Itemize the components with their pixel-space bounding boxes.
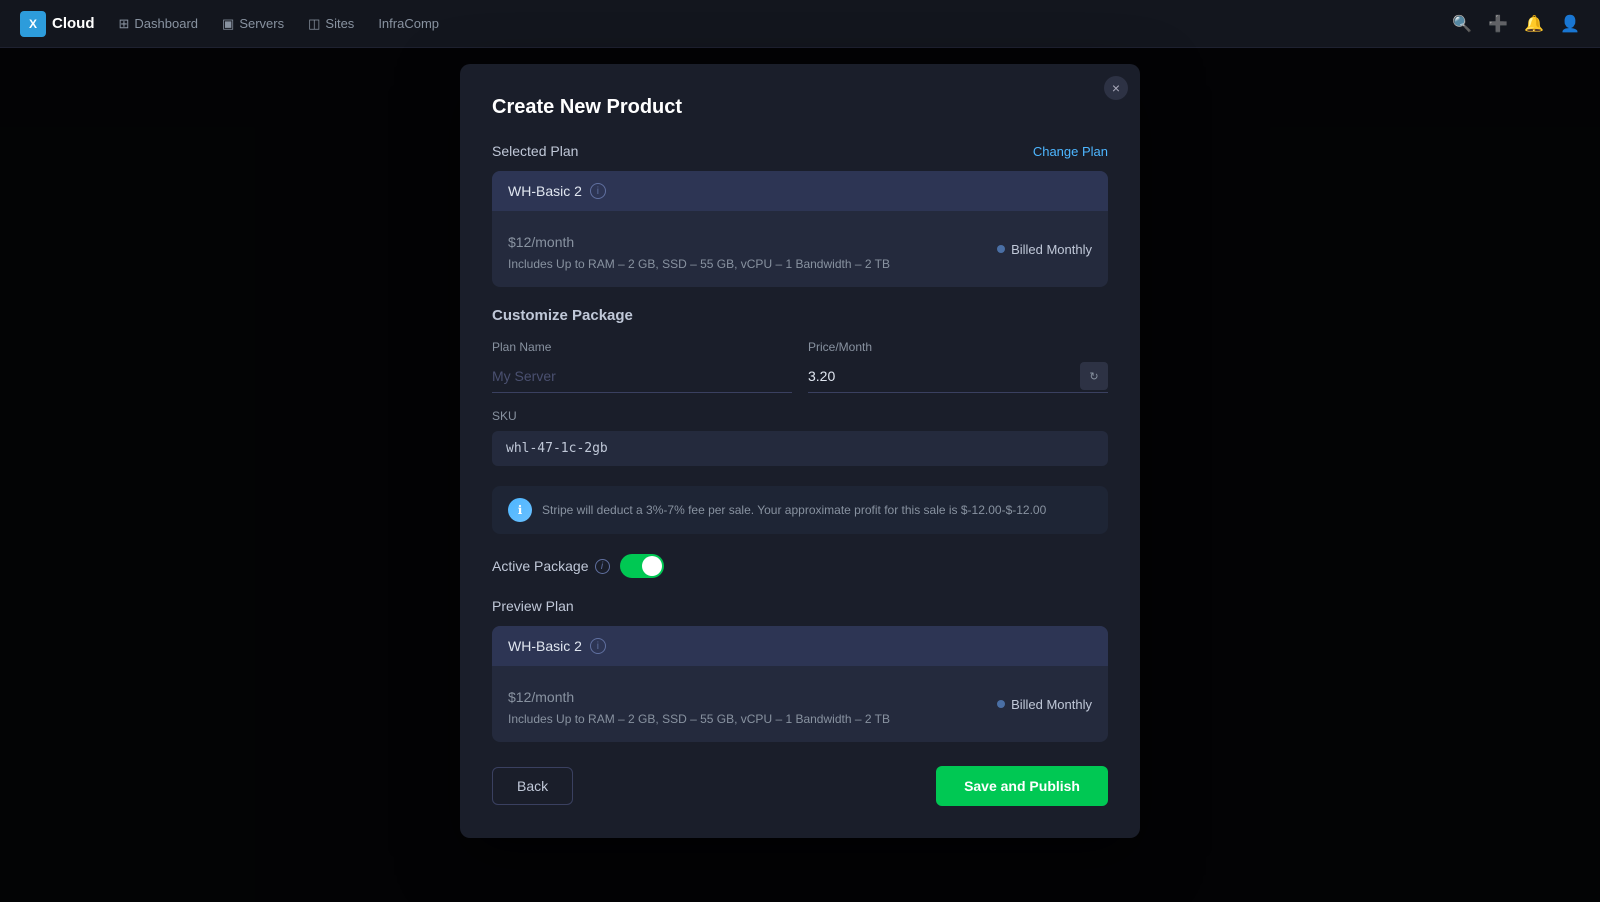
info-box-text: Stripe will deduct a 3%-7% fee per sale.… [542, 502, 1046, 519]
plan-name-label: Plan Name [492, 340, 792, 354]
active-package-row: Active Package i [492, 554, 1108, 578]
plan-name-input[interactable] [492, 360, 792, 393]
preview-plan-info-icon[interactable]: i [590, 638, 606, 654]
plan-name-group: Plan Name [492, 340, 792, 393]
modal-title: Create New Product [492, 96, 1108, 119]
price-month-input[interactable] [808, 360, 1080, 392]
info-box: ℹ Stripe will deduct a 3%-7% fee per sal… [492, 486, 1108, 534]
plan-name: WH-Basic 2 [508, 183, 582, 199]
price-month-group: Price/Month ↻ [808, 340, 1108, 393]
modal-backdrop: × Create New Product Selected Plan Chang… [0, 0, 1600, 902]
plan-card-body: $12/month Includes Up to RAM – 2 GB, SSD… [492, 211, 1108, 287]
active-package-toggle[interactable] [620, 554, 664, 578]
sku-value: whl-47-1c-2gb [492, 431, 1108, 466]
preview-price: $12/month [508, 682, 890, 708]
customize-section: Customize Package Plan Name Price/Month … [492, 307, 1108, 466]
toggle-knob [642, 556, 662, 576]
preview-price-section: $12/month Includes Up to RAM – 2 GB, SSD… [508, 682, 890, 726]
modal-footer: Back Save and Publish [492, 766, 1108, 806]
preview-plan-card: WH-Basic 2 i $12/month Includes Up to RA… [492, 626, 1108, 742]
modal-dialog: × Create New Product Selected Plan Chang… [460, 64, 1140, 838]
change-plan-link[interactable]: Change Plan [1033, 144, 1108, 159]
price-refresh-icon[interactable]: ↻ [1080, 362, 1108, 390]
plan-price-section: $12/month Includes Up to RAM – 2 GB, SSD… [508, 227, 890, 271]
active-package-info-icon[interactable]: i [595, 559, 610, 574]
close-button[interactable]: × [1104, 76, 1128, 100]
selected-plan-card: WH-Basic 2 i $12/month Includes Up to RA… [492, 171, 1108, 287]
back-button[interactable]: Back [492, 767, 573, 805]
preview-specs: Includes Up to RAM – 2 GB, SSD – 55 GB, … [508, 712, 890, 726]
billed-monthly-badge: Billed Monthly [997, 242, 1092, 257]
preview-plan-name: WH-Basic 2 [508, 638, 582, 654]
price-month-label: Price/Month [808, 340, 1108, 354]
preview-plan-card-header: WH-Basic 2 i [492, 626, 1108, 666]
save-publish-button[interactable]: Save and Publish [936, 766, 1108, 806]
plan-price: $12/month [508, 227, 890, 253]
form-row-name-price: Plan Name Price/Month ↻ [492, 340, 1108, 393]
plan-specs: Includes Up to RAM – 2 GB, SSD – 55 GB, … [508, 257, 890, 271]
selected-plan-label: Selected Plan [492, 143, 578, 159]
billed-dot [997, 245, 1005, 253]
customize-title: Customize Package [492, 307, 1108, 324]
plan-info-icon[interactable]: i [590, 183, 606, 199]
sku-label: SKU [492, 409, 1108, 423]
preview-plan-card-body: $12/month Includes Up to RAM – 2 GB, SSD… [492, 666, 1108, 742]
preview-billed-monthly: Billed Monthly [997, 697, 1092, 712]
active-package-label: Active Package i [492, 558, 610, 574]
preview-plan-title: Preview Plan [492, 598, 1108, 614]
preview-plan-section: Preview Plan WH-Basic 2 i $12/month Incl… [492, 598, 1108, 742]
info-box-icon: ℹ [508, 498, 532, 522]
sku-section: SKU whl-47-1c-2gb [492, 409, 1108, 466]
plan-card-header: WH-Basic 2 i [492, 171, 1108, 211]
preview-billed-dot [997, 700, 1005, 708]
price-input-wrapper: ↻ [808, 360, 1108, 393]
selected-plan-header: Selected Plan Change Plan [492, 143, 1108, 159]
